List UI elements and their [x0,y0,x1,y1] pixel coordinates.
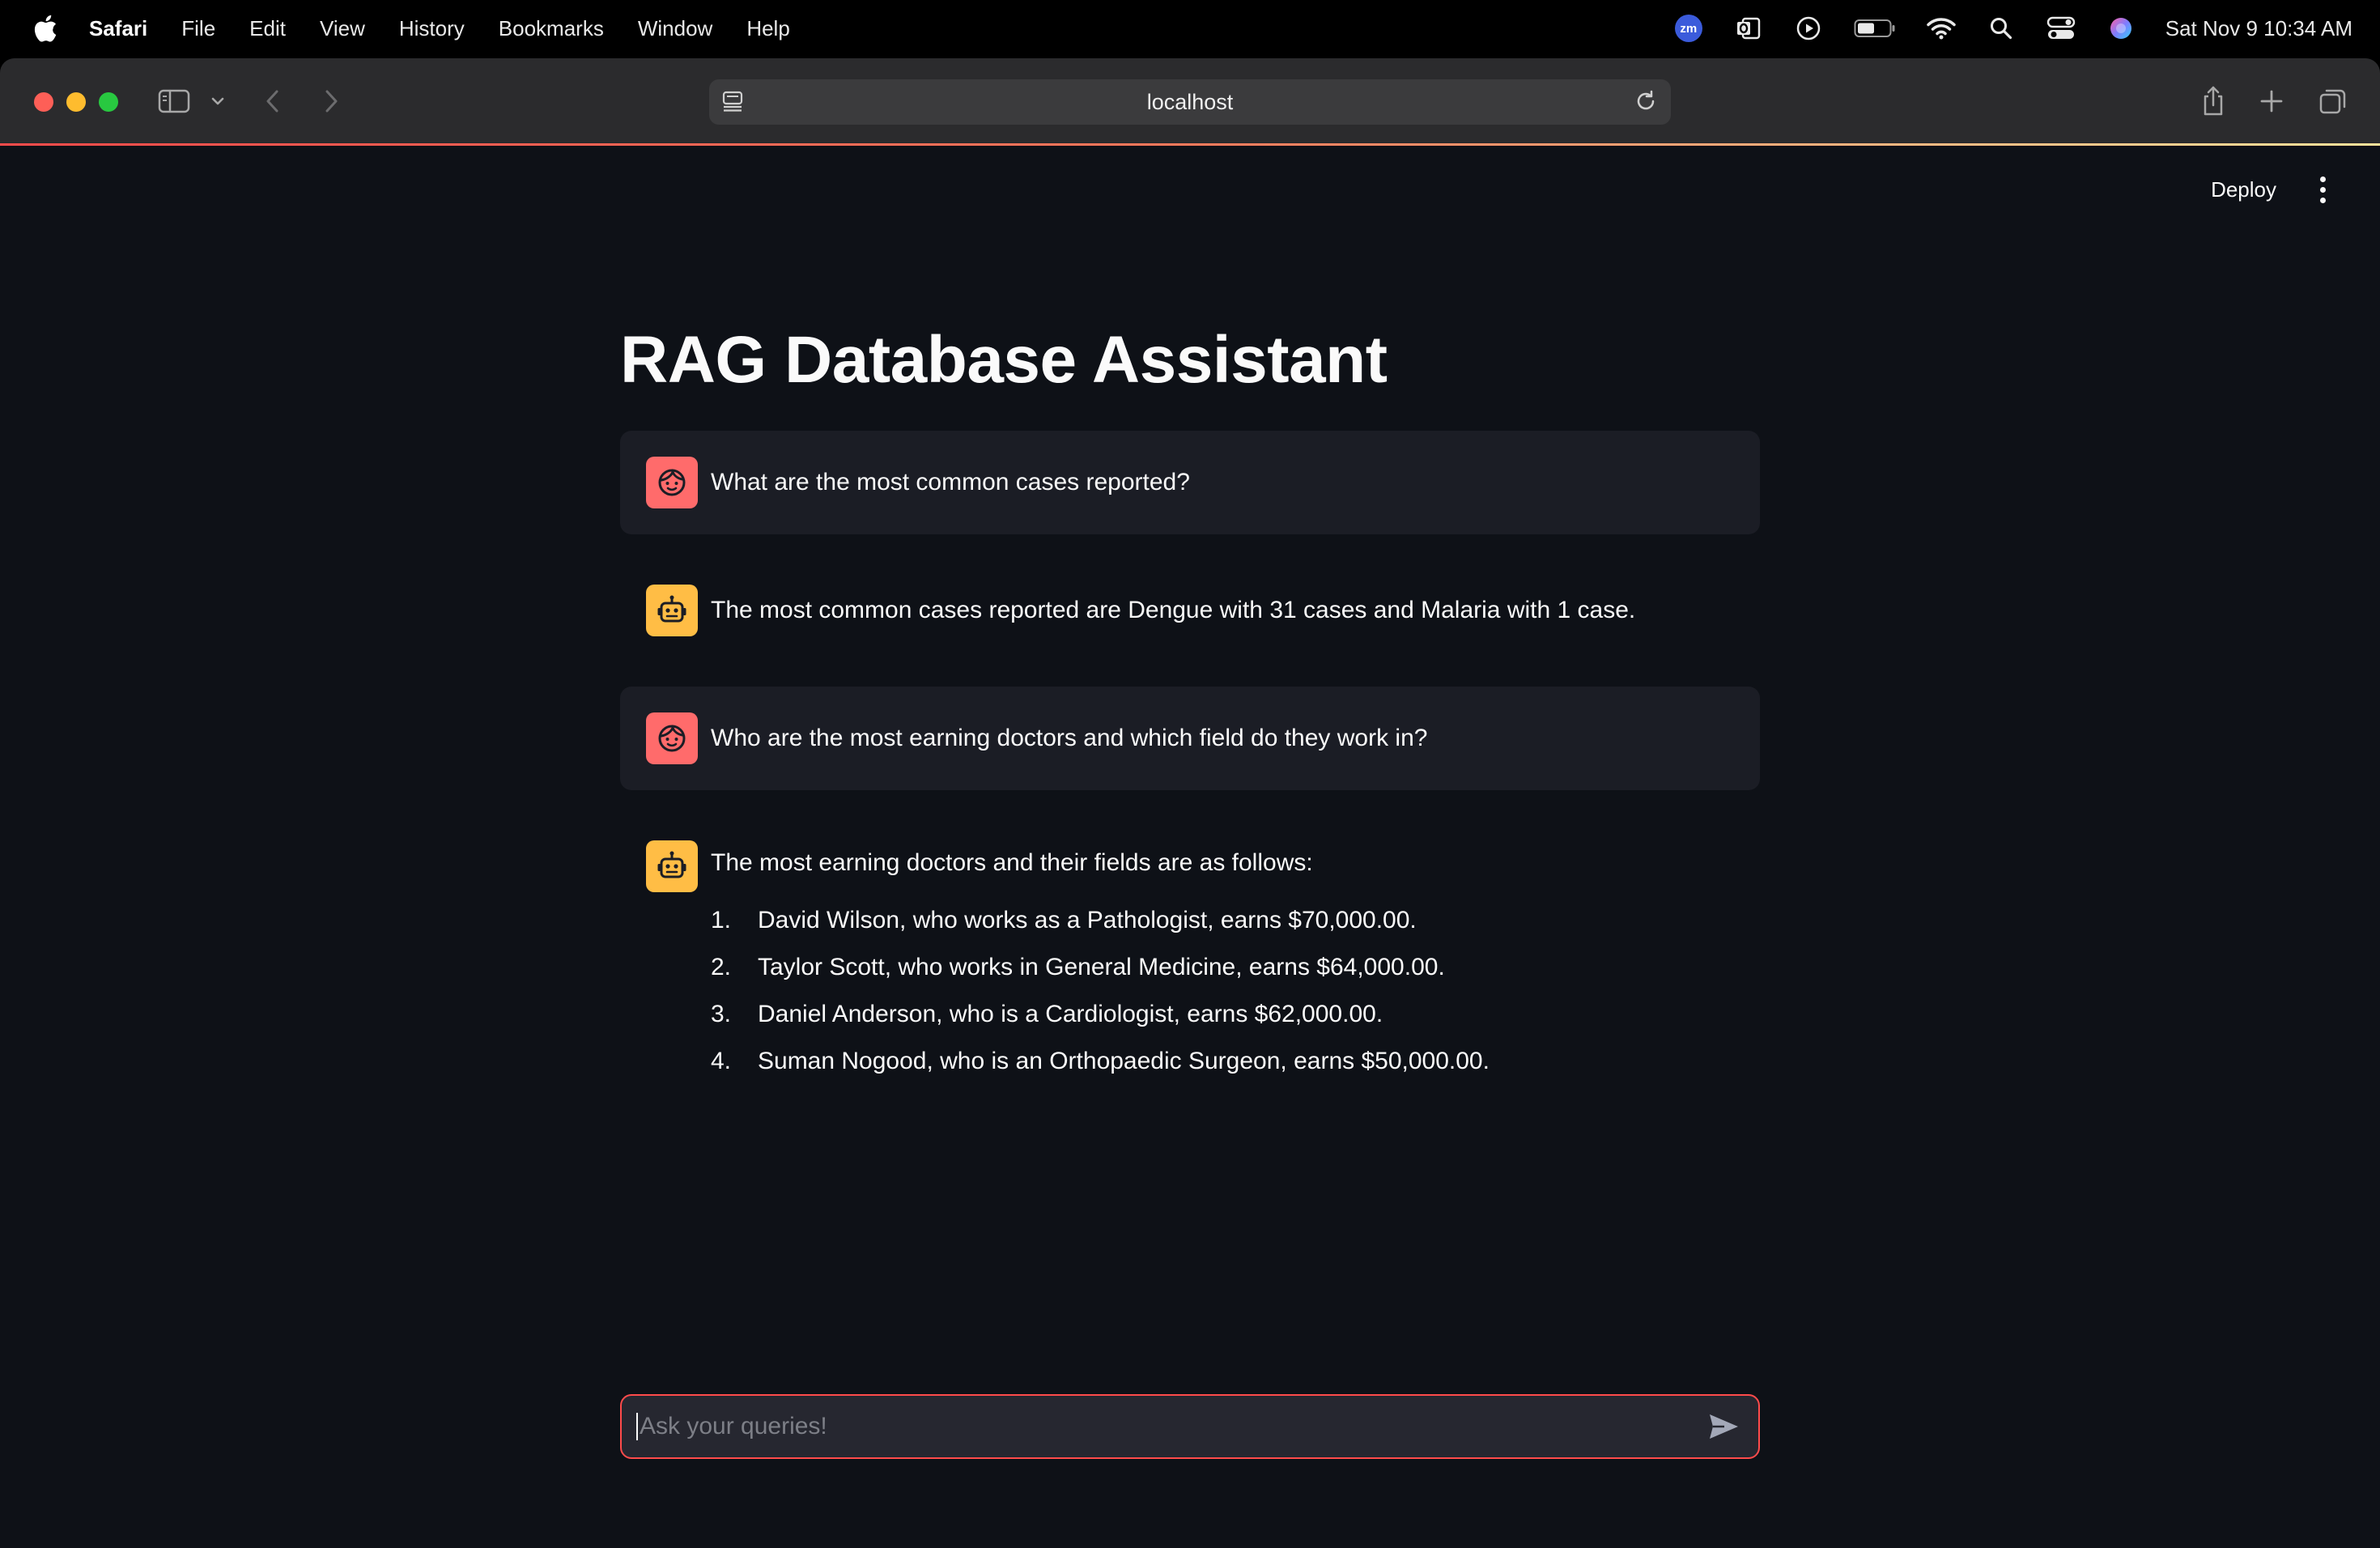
menu-bar-clock[interactable]: Sat Nov 9 10:34 AM [2165,16,2352,41]
main-content: RAG Database Assistant What are the most… [620,233,1760,1111]
user-avatar-icon [646,712,698,765]
zoom-window-button[interactable] [99,92,118,112]
menu-help[interactable]: Help [746,16,789,41]
tab-overview-icon[interactable] [2317,83,2349,120]
window-controls [34,92,118,112]
doctor-earnings-list: 1. David Wilson, who works as a Pathologi… [711,897,1490,1085]
chat-message-text: The most earning doctors and their field… [711,849,1313,877]
apple-icon[interactable] [31,12,60,45]
browser-toolbar: localhost [0,58,2380,146]
send-icon[interactable] [1703,1406,1744,1447]
siri-icon[interactable] [2106,13,2136,44]
menu-window[interactable]: Window [638,16,712,41]
assistant-message-body: The most earning doctors and their field… [711,840,1490,1085]
deploy-button[interactable]: Deploy [2211,177,2276,202]
sidebar-toggle-icon[interactable] [155,83,193,120]
wifi-icon[interactable] [1926,13,1957,44]
list-item: 1. David Wilson, who works as a Pathologi… [711,907,1417,934]
menu-bar-status-area: zm Sat Nov 9 10:34 AM [1673,0,2352,57]
chevron-down-icon[interactable] [207,83,228,120]
close-window-button[interactable] [34,92,53,112]
menu-edit[interactable]: Edit [249,16,286,41]
chat-message-text: Who are the most earning doctors and whi… [711,725,1428,752]
spotlight-search-icon[interactable] [1986,13,2017,44]
play-icon[interactable] [1793,13,1824,44]
page-title: RAG Database Assistant [620,323,1388,397]
control-center-icon[interactable] [2046,13,2076,44]
chat-input[interactable] [640,1413,1703,1440]
safari-window: localhost Deploy RAG Database Assistant … [0,58,2380,1548]
chat-message-text: What are the most common cases reported? [711,469,1190,496]
chat-message-user: What are the most common cases reported? [620,431,1760,535]
chat-message-user: Who are the most earning doctors and whi… [620,687,1760,791]
chat-input-box[interactable] [620,1394,1760,1459]
minimize-window-button[interactable] [66,92,86,112]
list-item: 3. Daniel Anderson, who is a Cardiologist… [711,1001,1383,1028]
zoom-icon[interactable]: zm [1673,13,1704,44]
address-bar[interactable]: localhost [709,79,1671,125]
more-options-kebab-icon[interactable] [2310,173,2335,206]
list-item: 4. Suman Nogood, who is an Orthopaedic Su… [711,1048,1490,1075]
assistant-robot-avatar-icon [646,585,698,637]
battery-icon[interactable] [1853,13,1897,44]
text-cursor [636,1413,638,1440]
menu-view[interactable]: View [320,16,365,41]
back-arrow-icon[interactable] [259,83,287,120]
app-header: Deploy [2056,146,2380,233]
list-item: 2. Taylor Scott, who works in General Med… [711,954,1445,981]
url-text: localhost [1146,89,1234,114]
page-menu-icon[interactable] [720,89,745,117]
assistant-robot-avatar-icon [646,840,698,893]
reload-icon[interactable] [1634,89,1658,117]
chat-message-assistant: The most earning doctors and their field… [620,814,1760,1111]
share-icon[interactable] [2199,83,2228,120]
chat-message-text: The most common cases reported are Dengu… [711,597,1636,624]
outlook-icon[interactable] [1733,13,1764,44]
menu-bookmarks[interactable]: Bookmarks [499,16,604,41]
user-avatar-icon [646,457,698,509]
page-load-progress-bar [0,143,2380,146]
macos-menu-bar: Safari File Edit View History Bookmarks … [0,0,2380,57]
menu-history[interactable]: History [399,16,465,41]
chat-message-assistant: The most common cases reported are Dengu… [620,559,1760,662]
forward-arrow-icon[interactable] [317,83,345,120]
menu-app-safari[interactable]: Safari [89,16,147,41]
menu-file[interactable]: File [181,16,215,41]
new-tab-plus-icon[interactable] [2257,83,2286,120]
